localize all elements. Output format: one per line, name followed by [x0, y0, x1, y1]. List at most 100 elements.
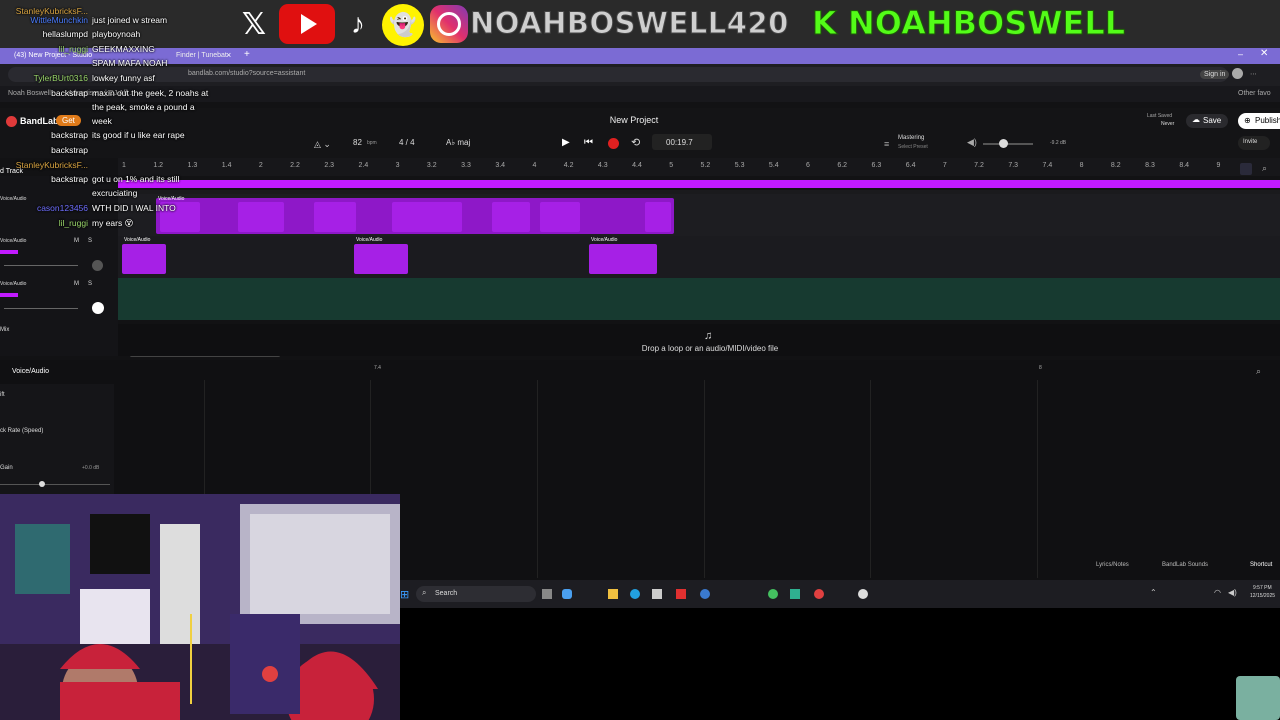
chat-username[interactable]: lil_ruggi — [59, 44, 88, 54]
chat-text: GEEKMAXXING — [92, 44, 155, 54]
snapchat-glyph: 👻 — [389, 12, 417, 37]
effects-panel — [0, 384, 114, 494]
ruler-tick: 6.4 — [905, 162, 916, 169]
clock-date[interactable]: 12/15/2025 — [1250, 593, 1275, 599]
play-button[interactable]: ▶ — [562, 137, 570, 148]
app-icon[interactable] — [700, 589, 710, 599]
chrome-icon[interactable] — [768, 589, 778, 599]
mute-button[interactable]: M — [74, 238, 79, 244]
solo-button[interactable]: S — [88, 238, 92, 244]
app-icon[interactable] — [814, 589, 824, 599]
gain-slider-knob[interactable] — [39, 481, 45, 487]
wifi-icon[interactable]: ◠ — [1214, 588, 1221, 597]
timeline-ruler[interactable]: 1 1.2 1.3 1.4 2 2.2 2.3 2.4 3 3.2 3.3 3.4 4 4.2 4.3 4.4… — [118, 158, 1280, 176]
file-explorer-icon[interactable] — [608, 589, 618, 599]
track-color-tag — [0, 250, 18, 254]
get-membership-button[interactable]: Get — [56, 115, 81, 126]
mastering-label[interactable]: Mastering — [898, 135, 924, 141]
zoom-icon[interactable]: ⌕ — [1262, 163, 1267, 174]
editor-ruler-tick: 7.4 — [374, 365, 381, 371]
snapchat-icon: 👻 — [382, 4, 424, 46]
other-favorites[interactable]: Other favo — [1238, 90, 1271, 97]
mute-button[interactable]: M — [74, 281, 79, 287]
track-volume-slider[interactable] — [4, 308, 78, 309]
chat-username[interactable]: backstrap — [51, 88, 88, 98]
chat-username[interactable]: backstrap — [51, 130, 88, 140]
chat-username[interactable]: hellaslumpd — [43, 29, 88, 39]
address-bar[interactable]: bandlab.com/studio?source=assistant — [8, 67, 1228, 82]
project-title[interactable]: New Project — [560, 115, 708, 125]
last-saved-label: Last Saved — [1147, 113, 1173, 119]
chat-username[interactable]: WittleMunchkin — [30, 15, 88, 25]
bandlab-sounds-button[interactable]: BandLab Sounds — [1162, 562, 1208, 568]
browser-tab-2[interactable]: Finder | Tunebat — [176, 52, 227, 59]
track-3-name[interactable]: Voice/Audio — [0, 281, 26, 287]
tuner-icon[interactable]: ◬ ⌄ — [314, 139, 331, 150]
time-signature[interactable]: 4 / 4 — [399, 138, 415, 147]
mix-label[interactable]: Mix — [0, 327, 9, 333]
bpm-unit: bpm — [367, 140, 377, 146]
settings-icon[interactable] — [858, 589, 868, 599]
app-icon[interactable] — [790, 589, 800, 599]
track-lane-3[interactable] — [118, 278, 1280, 320]
rewind-button[interactable]: ⏮ — [584, 137, 593, 148]
ruler-tick: 3.4 — [495, 162, 506, 169]
chat-text: WTH DID I WAL INTO — [92, 203, 176, 213]
gain-slider[interactable] — [0, 484, 110, 485]
bandlab-logo-icon — [6, 116, 17, 127]
taskbar-search[interactable] — [416, 586, 536, 602]
tray-chevron-icon[interactable]: ⌃ — [1150, 588, 1157, 597]
chat-username[interactable]: backstrap — [51, 174, 88, 184]
lyrics-notes-button[interactable]: Lyrics/Notes — [1096, 562, 1129, 568]
speaker-icon[interactable]: ◀) — [1228, 588, 1237, 597]
minimize-icon[interactable]: – — [1238, 49, 1243, 59]
playhead-loop-bar[interactable] — [118, 180, 1280, 188]
pan-knob[interactable] — [92, 260, 103, 271]
clock-time[interactable]: 9:57 PM — [1253, 585, 1272, 591]
record-button[interactable] — [608, 138, 619, 149]
mastering-preset[interactable]: Select Preset — [898, 144, 928, 150]
audio-clip[interactable] — [122, 244, 166, 274]
app-icon[interactable] — [676, 589, 686, 599]
snap-toggle[interactable] — [1240, 163, 1252, 175]
windows-start-icon[interactable]: ⊞ — [400, 588, 409, 601]
edge-icon[interactable] — [630, 589, 640, 599]
track-1-name[interactable]: Voice/Audio — [0, 196, 26, 202]
sign-in-button[interactable]: Sign in — [1200, 70, 1230, 79]
avatar-sticker — [1236, 676, 1280, 720]
master-volume-slider[interactable] — [983, 143, 1033, 145]
store-icon[interactable] — [652, 589, 662, 599]
close-window-icon[interactable]: ✕ — [1260, 48, 1268, 59]
editor-zoom-icon[interactable]: ⌕ — [1256, 366, 1261, 377]
audio-clip[interactable] — [354, 244, 408, 274]
copilot-icon[interactable] — [562, 589, 572, 599]
loop-button[interactable]: ⟲ — [631, 136, 640, 149]
globe-icon: ⊕ — [1244, 116, 1251, 125]
track-lane-2[interactable] — [118, 236, 1280, 278]
chat-username[interactable]: TylerBUrt0316 — [34, 73, 88, 83]
task-view-icon[interactable] — [542, 589, 552, 599]
clip-label: Voice/Audio — [124, 237, 151, 243]
profile-avatar[interactable] — [1232, 68, 1243, 79]
key-selector[interactable]: A♭ maj — [446, 138, 470, 147]
youtube-icon — [279, 4, 335, 44]
pan-knob[interactable] — [92, 302, 104, 314]
bpm-value[interactable]: 82 — [353, 138, 362, 147]
bookmark-noah[interactable]: Noah Boswell — [8, 90, 51, 97]
volume-db: -9.2 dB — [1050, 140, 1067, 146]
solo-button[interactable]: S — [88, 281, 92, 287]
tab-close-icon[interactable]: × — [226, 50, 231, 60]
shortcuts-button[interactable]: Shortcut — [1250, 562, 1272, 568]
more-icon[interactable]: ⋯ — [1250, 70, 1257, 78]
waveform-blob — [392, 202, 462, 232]
track-2-name[interactable]: Voice/Audio — [0, 238, 26, 244]
chat-username[interactable]: lil_ruggi — [59, 218, 88, 228]
master-volume-knob[interactable] — [999, 139, 1008, 148]
track-volume-slider[interactable] — [4, 265, 78, 266]
chat-username[interactable]: cason123456 — [37, 203, 88, 213]
audio-clip[interactable] — [589, 244, 657, 274]
ruler-tick: 7.2 — [974, 162, 984, 169]
chat-username[interactable]: backstrap — [51, 145, 88, 155]
new-tab-icon[interactable]: + — [244, 49, 250, 60]
chat-username[interactable]: StanleyKubricksF... — [16, 160, 88, 170]
